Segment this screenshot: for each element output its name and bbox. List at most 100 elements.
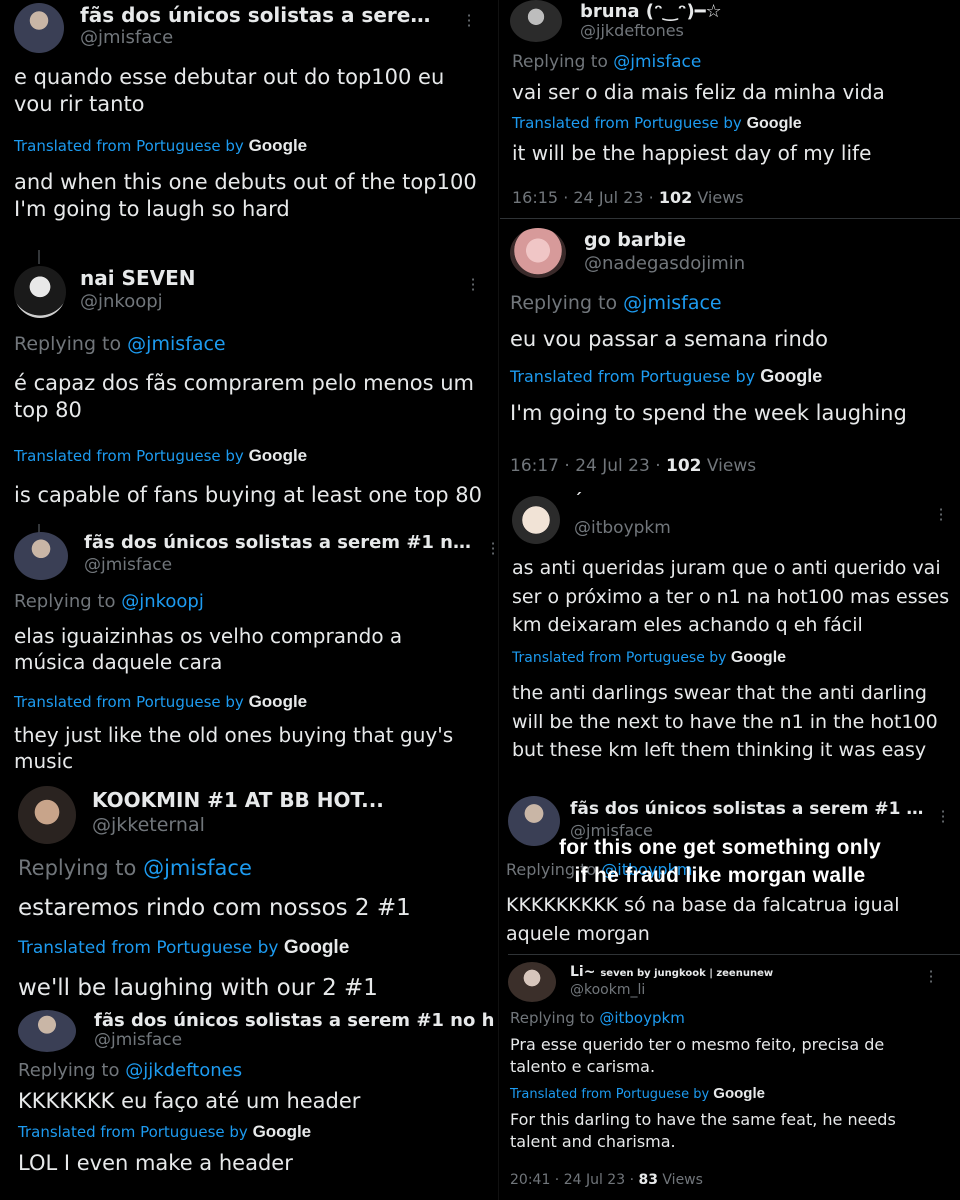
translation-label: Translated from Portuguese by (512, 114, 742, 132)
views-label: Views (657, 1172, 703, 1188)
tweet-text: estaremos rindo com nossos 2 #1 (18, 895, 411, 921)
user-handle[interactable]: @jmisface (84, 555, 172, 575)
user-handle[interactable]: @kookm_li (570, 982, 645, 998)
reply-mention-link[interactable]: @jjkdeftones (125, 1060, 242, 1081)
translation-attribution[interactable]: Translated from Portuguese by Google (510, 366, 822, 387)
translated-text: we'll be laughing with our 2 #1 (18, 975, 378, 1001)
reply-mention-link[interactable]: @jmisface (127, 333, 225, 355)
user-handle[interactable]: @jkketernal (92, 814, 205, 836)
tweet-right-1[interactable]: bruna (ᵔ‿ᵔ)━☆ @jjkdeftones Replying to @… (500, 0, 960, 220)
avatar[interactable] (510, 228, 566, 278)
reply-mention-link[interactable]: @jnkoopj (121, 591, 204, 612)
display-name[interactable]: KOOKMIN #1 AT BB HOT... (92, 788, 384, 812)
user-handle[interactable]: @jmisface (80, 27, 173, 48)
tweet-right-5[interactable]: Li~ seven by jungkook | zeenunew @kookm_… (500, 952, 960, 1200)
tweet-metadata: 16:15 · 24 Jul 23 · 102 Views (512, 188, 744, 207)
user-handle[interactable]: @nadegasdojimin (584, 253, 745, 274)
translation-label: Translated from Portuguese by (18, 1123, 248, 1141)
more-options-icon[interactable]: ··· (470, 272, 476, 298)
display-name[interactable]: fãs dos únicos solistas a serem #1 no h.… (570, 799, 925, 819)
google-logo: Google (248, 136, 308, 155)
translation-attribution[interactable]: Translated from Portuguese by Google (14, 692, 307, 712)
display-name[interactable]: nai SEVEN (80, 266, 196, 290)
reply-mention-link[interactable]: @jmisface (623, 292, 721, 314)
reply-context: Replying to @jjkdeftones (18, 1060, 243, 1081)
display-name[interactable]: fãs dos únicos solistas a serem #1 no h.… (84, 532, 474, 553)
google-logo: Google (248, 446, 308, 465)
tweet-text: e quando esse debutar out do top100 eu v… (14, 65, 445, 116)
display-name-suffix: seven by jungkook | zeenunew (600, 968, 774, 979)
column-divider (498, 0, 499, 1200)
tweet-left-4[interactable]: KOOKMIN #1 AT BB HOT... @jkketernal Repl… (0, 782, 494, 1008)
views-count: 102 (666, 456, 702, 476)
translation-attribution[interactable]: Translated from Portuguese by Google (18, 1122, 311, 1142)
tweet-left-5[interactable]: fãs dos únicos solistas a serem #1 no h … (0, 1008, 494, 1200)
translation-label: Translated from Portuguese by (510, 1087, 710, 1102)
google-logo: Google (252, 1122, 312, 1141)
display-name[interactable]: go barbie (584, 229, 686, 251)
views-count: 83 (638, 1172, 658, 1188)
avatar[interactable] (18, 786, 76, 844)
avatar[interactable] (14, 3, 64, 53)
tweet-right-4[interactable]: fãs dos únicos solistas a serem #1 no h.… (500, 788, 960, 952)
display-name[interactable]: fãs dos únicos solistas a serem #1 no h (94, 1010, 494, 1031)
translation-attribution[interactable]: Translated from Portuguese by Google (510, 1085, 765, 1102)
translated-text: it will be the happiest day of my life (512, 141, 872, 165)
tweet-left-2[interactable]: nai SEVEN @jnkoopj · · · Replying to @jmis… (0, 238, 494, 520)
translation-label: Translated from Portuguese by (14, 693, 244, 711)
translated-text: LOL I even make a header (18, 1151, 293, 1175)
reply-mention-link[interactable]: @itboypkm (599, 1009, 684, 1027)
translation-label: Translated from Portuguese by (14, 447, 244, 465)
translation-attribution[interactable]: Translated from Portuguese by Google (14, 446, 307, 466)
avatar[interactable] (512, 496, 560, 544)
timestamp: 16:15 · 24 Jul 23 · (512, 188, 659, 207)
google-logo: Google (760, 366, 823, 386)
google-logo: Google (713, 1085, 765, 1102)
display-name[interactable]: bruna (ᵔ‿ᵔ)━☆ (580, 1, 722, 22)
tweet-right-3[interactable]: ´ @itboypkm · · · as anti queridas juram q… (500, 488, 960, 788)
reply-mention-link[interactable]: @jmisface (143, 856, 252, 880)
overlay-caption: for this one get something only if he fr… (520, 834, 920, 891)
translation-attribution[interactable]: Translated from Portuguese by Google (14, 136, 307, 156)
tweet-text: é capaz dos fãs comprarem pelo menos um … (14, 371, 475, 422)
tweet-left-1[interactable]: fãs dos únicos solistas a serem #1 no h.… (0, 0, 494, 238)
translated-text: the anti darlings swear that the anti da… (512, 682, 938, 761)
google-logo: Google (283, 937, 350, 958)
reply-context: Replying to @jmisface (510, 292, 722, 314)
tweet-text: Pra esse querido ter o mesmo feito, prec… (510, 1035, 885, 1076)
avatar[interactable] (14, 266, 66, 318)
display-name[interactable]: fãs dos únicos solistas a serem #1 no h.… (80, 3, 450, 27)
reply-mention-link[interactable]: @jmisface (613, 52, 701, 72)
avatar[interactable] (18, 1010, 76, 1052)
reply-context: Replying to @jmisface (18, 856, 252, 880)
google-logo: Google (248, 692, 308, 711)
timestamp: 16:17 · 24 Jul 23 · (510, 456, 666, 476)
more-options-icon[interactable]: ··· (928, 964, 934, 990)
translation-label: Translated from Portuguese by (512, 650, 727, 666)
translation-attribution[interactable]: Translated from Portuguese by Google (512, 114, 802, 133)
avatar[interactable] (14, 532, 68, 580)
caption-line-1: for this one get something only (559, 836, 881, 859)
display-name[interactable]: ´ (574, 490, 582, 509)
google-logo: Google (730, 649, 787, 666)
user-handle[interactable]: @jnkoopj (80, 291, 163, 312)
tweet-left-3[interactable]: fãs dos únicos solistas a serem #1 no h.… (0, 520, 494, 782)
avatar[interactable] (508, 962, 556, 1002)
tweet-text: eu vou passar a semana rindo (510, 327, 828, 351)
avatar[interactable] (510, 0, 562, 42)
tweet-right-2[interactable]: go barbie @nadegasdojimin Replying to @j… (500, 220, 960, 488)
more-options-icon[interactable]: ··· (940, 804, 946, 830)
translation-attribution[interactable]: Translated from Portuguese by Google (18, 937, 349, 959)
translated-text: and when this one debuts out of the top1… (14, 170, 477, 221)
display-name[interactable]: Li~ seven by jungkook | zeenunew (570, 964, 773, 980)
reply-context: Replying to @jmisface (14, 333, 226, 355)
user-handle[interactable]: @jmisface (94, 1030, 182, 1050)
reply-context: Replying to @jnkoopj (14, 591, 204, 612)
translation-attribution[interactable]: Translated from Portuguese by Google (512, 649, 786, 667)
more-options-icon[interactable]: ··· (938, 502, 944, 528)
user-handle[interactable]: @itboypkm (574, 518, 671, 538)
more-options-icon[interactable]: ··· (466, 8, 472, 34)
user-handle[interactable]: @jjkdeftones (580, 21, 684, 40)
more-options-icon[interactable]: ··· (490, 536, 494, 562)
tweet-metadata: 20:41 · 24 Jul 23 · 83 Views (510, 1172, 703, 1188)
